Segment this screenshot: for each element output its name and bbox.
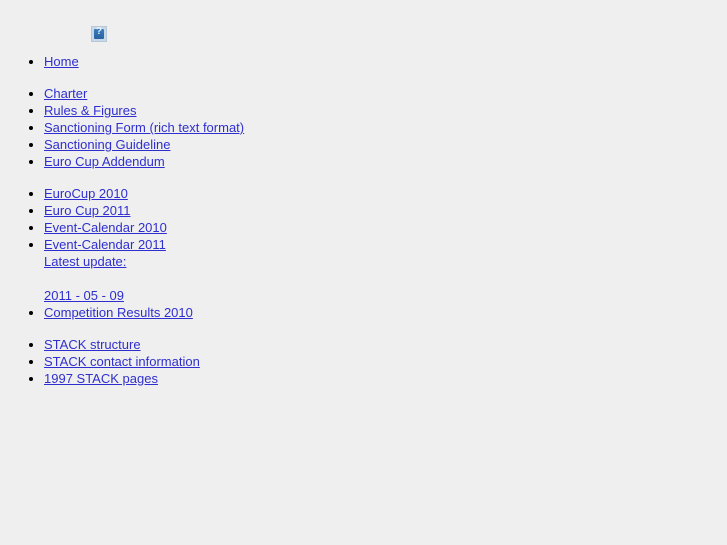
nav-link[interactable]: EuroCup 2010 <box>44 186 128 201</box>
nav-link[interactable]: Sanctioning Form (rich text format) <box>44 120 244 135</box>
list-item: Home <box>0 53 500 70</box>
list-item: Euro Cup Addendum <box>0 153 500 170</box>
nav-link[interactable]: Home <box>44 54 79 69</box>
broken-image-question-mark: ? <box>95 26 103 37</box>
nav-link[interactable]: Sanctioning Guideline <box>44 137 170 152</box>
nav-link[interactable]: Euro Cup 2011 <box>44 203 131 218</box>
nav-link[interactable]: Charter <box>44 86 87 101</box>
broken-image-container: ? <box>40 26 107 42</box>
list-item: Sanctioning Form (rich text format) <box>0 119 500 136</box>
list-item: Charter <box>0 85 500 102</box>
list-item: Event-Calendar 2011 Latest update: 2011 -… <box>0 236 500 304</box>
nav-link-subline[interactable]: 2011 - 05 - 09 <box>44 287 500 304</box>
nav-link[interactable]: Competition Results 2010 <box>44 305 193 320</box>
list-item: EuroCup 2010 <box>0 185 500 202</box>
list-item: 1997 STACK pages <box>0 370 500 387</box>
navigation-link-list: Home Charter Rules & Figures Sanctioning Fo… <box>0 53 500 387</box>
nav-link[interactable]: STACK structure <box>44 337 141 352</box>
broken-image-icon: ? <box>91 26 107 42</box>
list-item: Competition Results 2010 <box>0 304 500 321</box>
nav-link-subline[interactable]: Latest update: <box>44 253 500 270</box>
nav-link[interactable]: Rules & Figures <box>44 103 136 118</box>
list-item: STACK structure <box>0 336 500 353</box>
list-item: Rules & Figures <box>0 102 500 119</box>
nav-link[interactable]: 1997 STACK pages <box>44 371 158 386</box>
nav-link[interactable]: STACK contact information <box>44 354 200 369</box>
nav-link[interactable]: Event-Calendar 2011 <box>44 237 166 252</box>
nav-link[interactable]: Event-Calendar 2010 <box>44 220 167 235</box>
list-item: Event-Calendar 2010 <box>0 219 500 236</box>
nav-link[interactable]: Euro Cup Addendum <box>44 154 165 169</box>
list-item: Euro Cup 2011 <box>0 202 500 219</box>
list-item: Sanctioning Guideline <box>0 136 500 153</box>
list-item: STACK contact information <box>0 353 500 370</box>
